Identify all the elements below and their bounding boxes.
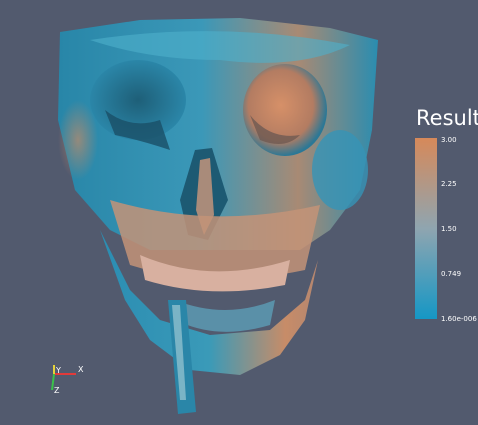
scalar-bar [415, 138, 437, 319]
scalar-bar-title: Result [416, 106, 478, 130]
right-temple-patch [312, 130, 368, 210]
scalar-bar-tick-max: 3.00 [441, 136, 457, 144]
scalar-bar-tick-2: 2.25 [441, 180, 457, 188]
render-viewport[interactable]: Result 3.00 2.25 1.50 0.749 1.60e-006 X … [0, 0, 478, 425]
x-axis-label: X [78, 365, 84, 374]
scalar-bar-tick-min: 1.60e-006 [441, 315, 477, 323]
y-axis-label: Y [56, 366, 61, 375]
left-temple-patch [58, 100, 98, 180]
scalar-bar-tick-mid: 1.50 [441, 225, 457, 233]
scalar-bar-tick-4: 0.749 [441, 270, 462, 278]
z-axis-label: Z [54, 386, 60, 395]
lower-teeth [175, 300, 275, 332]
orientation-axes-widget: X Y Z [44, 362, 88, 398]
